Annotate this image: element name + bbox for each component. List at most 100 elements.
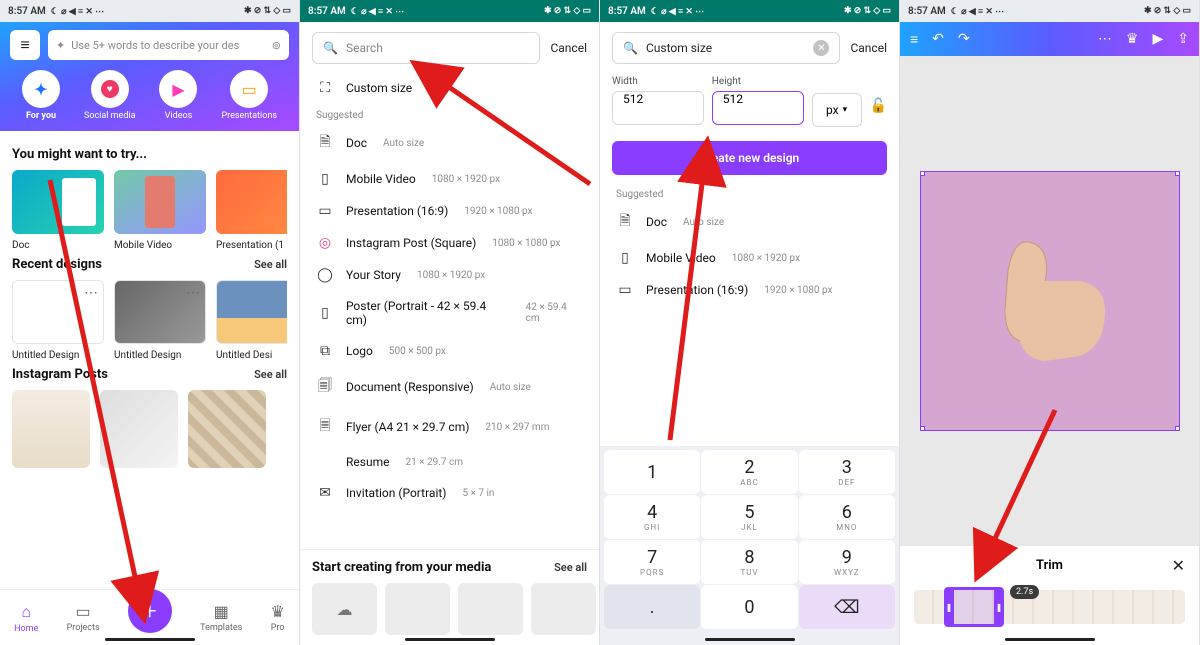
list-item[interactable]: ▭Presentation (16:9)1920 × 1080 px bbox=[600, 274, 899, 306]
recent-card[interactable]: ⋯Untitled Design bbox=[114, 280, 206, 361]
bottom-nav: ⌂Home ▭Projects + ▦Templates ♛Pro bbox=[0, 589, 299, 645]
key-5[interactable]: 5JKL bbox=[701, 495, 797, 539]
search-field[interactable]: ✦ Use 5+ words to describe your des ⊚ bbox=[48, 30, 289, 60]
search-icon: 🔍 bbox=[323, 41, 338, 55]
trim-timeline[interactable]: ❚ ❚ 2.7s bbox=[914, 587, 1185, 627]
more-icon[interactable]: ⋯ bbox=[1098, 31, 1112, 47]
selected-element[interactable] bbox=[920, 171, 1180, 431]
key-8[interactable]: 8TUV bbox=[701, 540, 797, 584]
cat-social[interactable]: ♥Social media bbox=[84, 70, 136, 121]
ig-card[interactable] bbox=[12, 390, 90, 468]
custom-size-row[interactable]: ⛶Custom size bbox=[300, 72, 599, 104]
nav-pro[interactable]: ♛Pro bbox=[271, 602, 285, 633]
list-item[interactable]: 🗐Document (Responsive)Auto size bbox=[300, 367, 599, 407]
list-item[interactable]: 🗎DocAuto size bbox=[600, 202, 899, 242]
suggested-label: Suggested bbox=[600, 183, 899, 202]
media-seeall[interactable]: See all bbox=[554, 561, 587, 574]
trim-selection[interactable]: ❚ ❚ bbox=[944, 587, 1004, 627]
menu-button[interactable]: ≡ bbox=[10, 30, 40, 60]
ig-title: Instagram PostsSee all bbox=[12, 367, 287, 382]
list-item[interactable]: ▯Mobile Video1080 × 1920 px bbox=[600, 242, 899, 274]
recent-seeall[interactable]: See all bbox=[254, 258, 287, 271]
ig-scroll[interactable] bbox=[12, 390, 287, 468]
width-label: Width bbox=[612, 76, 704, 87]
list-item[interactable]: ▯Mobile Video1080 × 1920 px bbox=[300, 163, 599, 195]
try-card-mobile[interactable]: Mobile Video bbox=[114, 170, 206, 251]
menu-icon[interactable]: ≡ bbox=[910, 31, 918, 48]
list-item[interactable]: ▭Presentation (16:9)1920 × 1080 px bbox=[300, 195, 599, 227]
share-icon[interactable]: ⇪ bbox=[1177, 31, 1189, 47]
trim-label: Trim bbox=[1036, 558, 1063, 573]
media-item[interactable] bbox=[531, 583, 596, 635]
search-input[interactable]: 🔍 Search bbox=[312, 32, 540, 64]
height-input[interactable]: 512 bbox=[712, 91, 804, 125]
recent-card[interactable]: ⋯Untitled Design bbox=[12, 280, 104, 361]
key-backspace[interactable]: ⌫ bbox=[799, 585, 895, 629]
resize-handle[interactable] bbox=[1175, 171, 1180, 176]
key-6[interactable]: 6MNO bbox=[799, 495, 895, 539]
media-upload[interactable]: ☁︎ bbox=[312, 583, 377, 635]
undo-icon[interactable]: ↶ bbox=[932, 31, 944, 48]
nav-templates[interactable]: ▦Templates bbox=[200, 602, 242, 633]
key-0[interactable]: 0 bbox=[701, 585, 797, 629]
search-placeholder: Use 5+ words to describe your des bbox=[71, 39, 239, 52]
resize-handle[interactable] bbox=[920, 171, 925, 176]
cat-pres[interactable]: ▭Presentations bbox=[221, 70, 277, 121]
list-item[interactable]: ⧉Logo500 × 500 px bbox=[300, 335, 599, 367]
clear-icon[interactable]: ✕ bbox=[813, 40, 829, 56]
close-icon[interactable]: ✕ bbox=[1172, 556, 1185, 575]
list-item[interactable]: 🗏Flyer (A4 21 × 29.7 cm)210 × 297 mm bbox=[300, 407, 599, 447]
key-3[interactable]: 3DEF bbox=[799, 450, 895, 494]
resize-handle[interactable] bbox=[1175, 426, 1180, 431]
key-4[interactable]: 4GHI bbox=[604, 495, 700, 539]
key-7[interactable]: 7PQRS bbox=[604, 540, 700, 584]
num-keypad: 1 2ABC 3DEF 4GHI 5JKL 6MNO 7PQRS 8TUV 9W… bbox=[600, 446, 899, 645]
screen-home: 8:57 AM☾ ⌀ ◀ ≡ ✕ ⋯ ✱ ⊘ ⇅ ◇ ▭ ≡ ✦ Use 5+ … bbox=[0, 0, 300, 645]
play-icon[interactable]: ▶ bbox=[1152, 31, 1163, 47]
search-icon: 🔍 bbox=[623, 41, 638, 55]
recent-card[interactable]: ⋯Untitled Desi bbox=[216, 280, 287, 361]
key-2[interactable]: 2ABC bbox=[701, 450, 797, 494]
thumb-image bbox=[950, 201, 1150, 401]
ig-card[interactable] bbox=[100, 390, 178, 468]
key-1[interactable]: 1 bbox=[604, 450, 700, 494]
lock-icon[interactable]: 🔓 bbox=[870, 98, 887, 127]
create-design-button[interactable]: Create new design bbox=[612, 141, 887, 175]
ig-card[interactable] bbox=[188, 390, 266, 468]
cat-videos[interactable]: ▶Videos bbox=[159, 70, 197, 121]
crop-icon: ⛶ bbox=[316, 80, 334, 96]
cancel-button[interactable]: Cancel bbox=[550, 41, 587, 55]
list-item[interactable]: ✉Invitation (Portrait)5 × 7 in bbox=[300, 477, 599, 509]
list-item[interactable]: ◎Instagram Post (Square)1080 × 1080 px bbox=[300, 227, 599, 259]
list-item[interactable]: ▯Poster (Portrait - 42 × 59.4 cm)42 × 59… bbox=[300, 291, 599, 335]
try-scroll[interactable]: Doc Mobile Video Presentation (1 bbox=[12, 170, 287, 251]
media-item[interactable] bbox=[385, 583, 450, 635]
nav-home[interactable]: ⌂Home bbox=[14, 602, 38, 634]
resize-handle[interactable] bbox=[920, 426, 925, 431]
recent-scroll[interactable]: ⋯Untitled Design ⋯Untitled Design ⋯Untit… bbox=[12, 280, 287, 361]
list-item[interactable]: Resume21 × 29.7 cm bbox=[300, 447, 599, 477]
canvas-area[interactable] bbox=[900, 56, 1199, 546]
pro-icon[interactable]: ♛ bbox=[1126, 31, 1139, 47]
status-bar: 8:57 AM☾ ⌀ ◀ ≡ ✕ ⋯ ✱ ⊘ ⇅ ◇ ▭ bbox=[900, 0, 1199, 22]
list-item[interactable]: 🗎DocAuto size bbox=[300, 123, 599, 163]
status-time: 8:57 AM bbox=[8, 6, 46, 17]
key-9[interactable]: 9WXYZ bbox=[799, 540, 895, 584]
redo-icon[interactable]: ↷ bbox=[958, 31, 970, 48]
fab-add[interactable]: + bbox=[128, 589, 172, 633]
media-item[interactable] bbox=[458, 583, 523, 635]
ig-seeall[interactable]: See all bbox=[254, 368, 287, 381]
cancel-button[interactable]: Cancel bbox=[850, 41, 887, 55]
search-input[interactable]: 🔍 Custom size ✕ bbox=[612, 32, 840, 64]
list-item[interactable]: ◯Your Story1080 × 1920 px bbox=[300, 259, 599, 291]
trim-grip-left[interactable]: ❚ bbox=[944, 590, 954, 624]
try-card-pres[interactable]: Presentation (1 bbox=[216, 170, 287, 251]
trim-grip-right[interactable]: ❚ bbox=[994, 590, 1004, 624]
sparkle-icon: ✦ bbox=[56, 39, 65, 52]
unit-select[interactable]: px▾ bbox=[812, 93, 862, 127]
cat-foryou[interactable]: ✦For you bbox=[22, 70, 60, 121]
try-card-doc[interactable]: Doc bbox=[12, 170, 104, 251]
width-input[interactable]: 512 bbox=[612, 91, 704, 125]
key-dot[interactable]: . bbox=[604, 585, 700, 629]
nav-projects[interactable]: ▭Projects bbox=[67, 602, 100, 633]
